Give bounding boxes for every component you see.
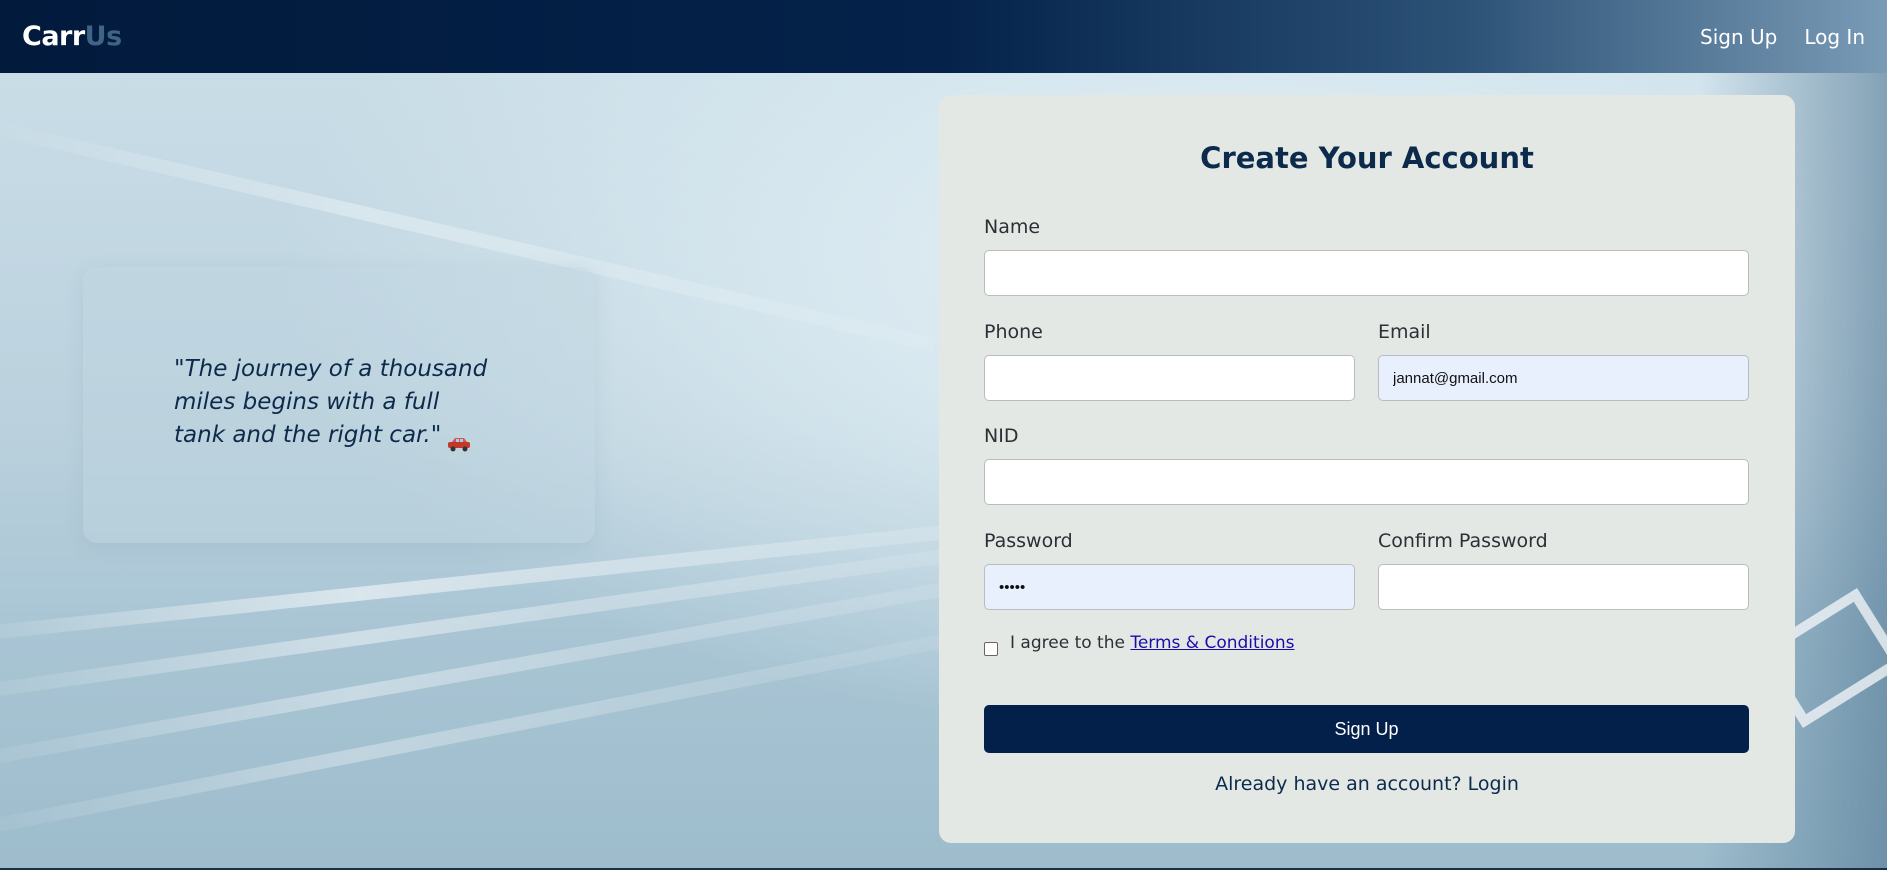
signup-form-card: Create Your Account Name Phone Email NID… [939, 95, 1795, 843]
password-input[interactable] [984, 564, 1355, 610]
nav-links: Sign Up Log In [1700, 25, 1865, 49]
nid-label: NID [984, 425, 1019, 447]
terms-agreement: I agree to the Terms & Conditions [1010, 633, 1294, 653]
phone-label: Phone [984, 321, 1043, 343]
terms-checkbox[interactable] [984, 642, 998, 656]
confirm-password-label: Confirm Password [1378, 530, 1548, 552]
email-input[interactable] [1378, 355, 1749, 401]
signup-button[interactable]: Sign Up [984, 705, 1749, 753]
quote-body: "The journey of a thousand miles begins … [174, 356, 488, 448]
brand-name-part2: Us [84, 21, 123, 52]
brand-name-part1: Carr [22, 21, 85, 52]
agree-text: I agree to the [1010, 633, 1125, 653]
name-input[interactable] [984, 250, 1749, 296]
nid-input[interactable] [984, 459, 1749, 505]
login-link[interactable]: Already have an account? Login [939, 773, 1795, 795]
brand-logo[interactable]: CarrUs [22, 21, 122, 52]
confirm-password-input[interactable] [1378, 564, 1749, 610]
nav-login-link[interactable]: Log In [1804, 25, 1865, 49]
name-label: Name [984, 216, 1041, 238]
quote-text: "The journey of a thousand miles begins … [174, 353, 494, 452]
nav-signup-link[interactable]: Sign Up [1700, 25, 1777, 49]
form-title: Create Your Account [1200, 141, 1534, 175]
car-icon [447, 429, 471, 451]
navbar: CarrUs Sign Up Log In [0, 0, 1887, 73]
terms-link[interactable]: Terms & Conditions [1130, 633, 1294, 653]
phone-input[interactable] [984, 355, 1355, 401]
email-label: Email [1378, 321, 1431, 343]
password-label: Password [984, 530, 1073, 552]
